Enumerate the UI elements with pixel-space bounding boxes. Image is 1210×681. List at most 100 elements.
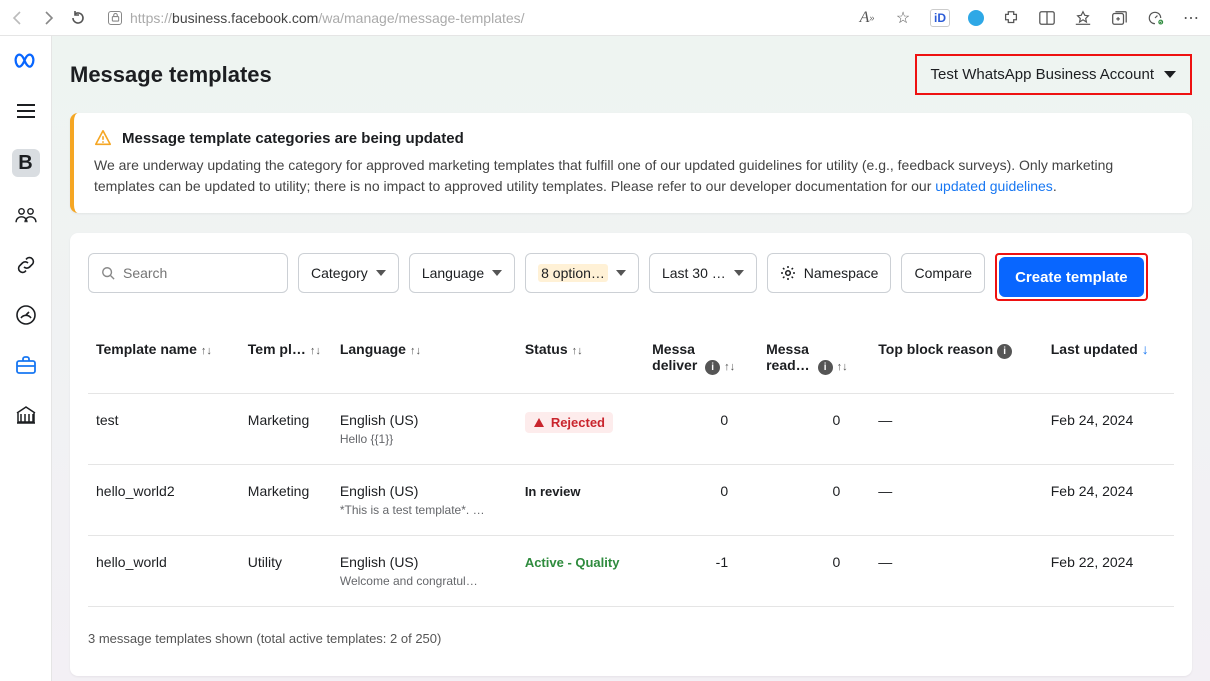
create-template-highlight: Create template: [995, 253, 1148, 301]
menu-icon[interactable]: [14, 99, 38, 123]
status-badge: In review: [525, 484, 581, 499]
cell-status: Active - Quality: [517, 536, 644, 607]
cell-category: Utility: [240, 536, 332, 607]
more-icon[interactable]: ⋯: [1182, 9, 1200, 27]
category-filter-label: Category: [311, 265, 368, 281]
daterange-filter[interactable]: Last 30 …: [649, 253, 757, 293]
status-badge: Rejected: [525, 412, 613, 433]
toolbar: Category Language 8 option… Last 30 … Na…: [88, 253, 1174, 301]
favorite-icon[interactable]: ☆: [894, 9, 912, 27]
cell-category: Marketing: [240, 394, 332, 465]
chevron-down-icon: [734, 270, 744, 276]
chevron-down-icon: [376, 270, 386, 276]
cell-language: English (US)Welcome and congratul…: [332, 536, 517, 607]
cell-delivered: -1: [644, 536, 758, 607]
chevron-down-icon: [1164, 71, 1176, 78]
url-text: https://business.facebook.com/wa/manage/…: [130, 10, 525, 26]
alert-title: Message template categories are being up…: [122, 130, 464, 147]
updated-guidelines-link[interactable]: updated guidelines: [935, 178, 1053, 194]
cell-language: English (US)*This is a test template*. …: [332, 465, 517, 536]
account-picker[interactable]: Test WhatsApp Business Account: [915, 54, 1192, 95]
lock-icon: [108, 11, 122, 25]
col-updated[interactable]: Last updated ↓: [1043, 331, 1174, 394]
cell-name: hello_world: [88, 536, 240, 607]
table-row[interactable]: hello_world2MarketingEnglish (US)*This i…: [88, 465, 1174, 536]
search-input-wrap[interactable]: [88, 253, 288, 293]
daterange-filter-label: Last 30 …: [662, 265, 726, 281]
forward-button[interactable]: [40, 10, 56, 26]
category-update-alert: Message template categories are being up…: [70, 113, 1192, 213]
info-icon: i: [997, 344, 1012, 359]
namespace-button[interactable]: Namespace: [767, 253, 892, 293]
table-row[interactable]: testMarketingEnglish (US)Hello {{1}}Reje…: [88, 394, 1174, 465]
col-language[interactable]: Language↑↓: [332, 331, 517, 394]
col-read[interactable]: Messaread… i↑↓: [758, 331, 870, 394]
info-icon: i: [705, 360, 720, 375]
language-filter-label: Language: [422, 265, 484, 281]
chevron-down-icon: [616, 270, 626, 276]
chevron-down-icon: [492, 270, 502, 276]
refresh-button[interactable]: [70, 10, 86, 26]
cell-status: Rejected: [517, 394, 644, 465]
options-filter[interactable]: 8 option…: [525, 253, 639, 293]
browser-toolbar: https://business.facebook.com/wa/manage/…: [0, 0, 1210, 36]
cell-updated: Feb 24, 2024: [1043, 394, 1174, 465]
col-template[interactable]: Tem pl…↑↓: [240, 331, 332, 394]
cell-name: hello_world2: [88, 465, 240, 536]
info-icon: i: [818, 360, 833, 375]
col-status[interactable]: Status↑↓: [517, 331, 644, 394]
cell-read: 0: [758, 394, 870, 465]
templates-table: Template name↑↓ Tem pl…↑↓ Language↑↓ Sta…: [88, 331, 1174, 607]
left-sidebar: B: [0, 36, 52, 681]
col-name[interactable]: Template name↑↓: [88, 331, 240, 394]
options-filter-label: 8 option…: [538, 264, 608, 282]
col-delivered[interactable]: Messadeliver i↑↓: [644, 331, 758, 394]
address-bar[interactable]: https://business.facebook.com/wa/manage/…: [108, 10, 525, 26]
table-row[interactable]: hello_worldUtilityEnglish (US)Welcome an…: [88, 536, 1174, 607]
back-button[interactable]: [10, 10, 26, 26]
cell-read: 0: [758, 536, 870, 607]
meta-logo: [12, 50, 40, 73]
table-footer-note: 3 message templates shown (total active …: [88, 631, 1174, 646]
cell-block: —: [870, 394, 1042, 465]
read-aloud-icon[interactable]: A»: [858, 9, 876, 27]
cell-name: test: [88, 394, 240, 465]
cell-read: 0: [758, 465, 870, 536]
main-content: Message templates Test WhatsApp Business…: [52, 36, 1210, 681]
extension-dot-icon[interactable]: [968, 10, 984, 26]
sort-desc-icon: ↓: [1142, 341, 1149, 357]
collections-icon[interactable]: [1110, 9, 1128, 27]
category-filter[interactable]: Category: [298, 253, 399, 293]
alert-body: We are underway updating the category fo…: [94, 155, 1172, 197]
account-picker-label: Test WhatsApp Business Account: [931, 66, 1154, 83]
cell-updated: Feb 22, 2024: [1043, 536, 1174, 607]
bank-icon[interactable]: [14, 403, 38, 427]
namespace-label: Namespace: [804, 265, 879, 281]
gear-icon: [780, 265, 796, 281]
business-icon[interactable]: B: [12, 149, 40, 177]
compare-button[interactable]: Compare: [901, 253, 985, 293]
templates-panel: Category Language 8 option… Last 30 … Na…: [70, 233, 1192, 676]
compare-label: Compare: [914, 265, 972, 281]
people-icon[interactable]: [14, 203, 38, 227]
language-filter[interactable]: Language: [409, 253, 515, 293]
favorites-list-icon[interactable]: [1074, 9, 1092, 27]
briefcase-icon[interactable]: [14, 353, 38, 377]
cell-delivered: 0: [644, 465, 758, 536]
cell-delivered: 0: [644, 394, 758, 465]
split-screen-icon[interactable]: [1038, 9, 1056, 27]
cell-block: —: [870, 536, 1042, 607]
cell-status: In review: [517, 465, 644, 536]
extensions-icon[interactable]: [1002, 9, 1020, 27]
cell-block: —: [870, 465, 1042, 536]
search-input[interactable]: [123, 265, 275, 281]
create-template-button[interactable]: Create template: [999, 257, 1144, 297]
col-block[interactable]: Top block reasoni: [870, 331, 1042, 394]
id-extension-icon[interactable]: iD: [930, 9, 950, 27]
cell-updated: Feb 24, 2024: [1043, 465, 1174, 536]
performance-icon[interactable]: [1146, 9, 1164, 27]
search-icon: [101, 265, 115, 281]
cell-category: Marketing: [240, 465, 332, 536]
link-icon[interactable]: [14, 253, 38, 277]
gauge-icon[interactable]: [14, 303, 38, 327]
